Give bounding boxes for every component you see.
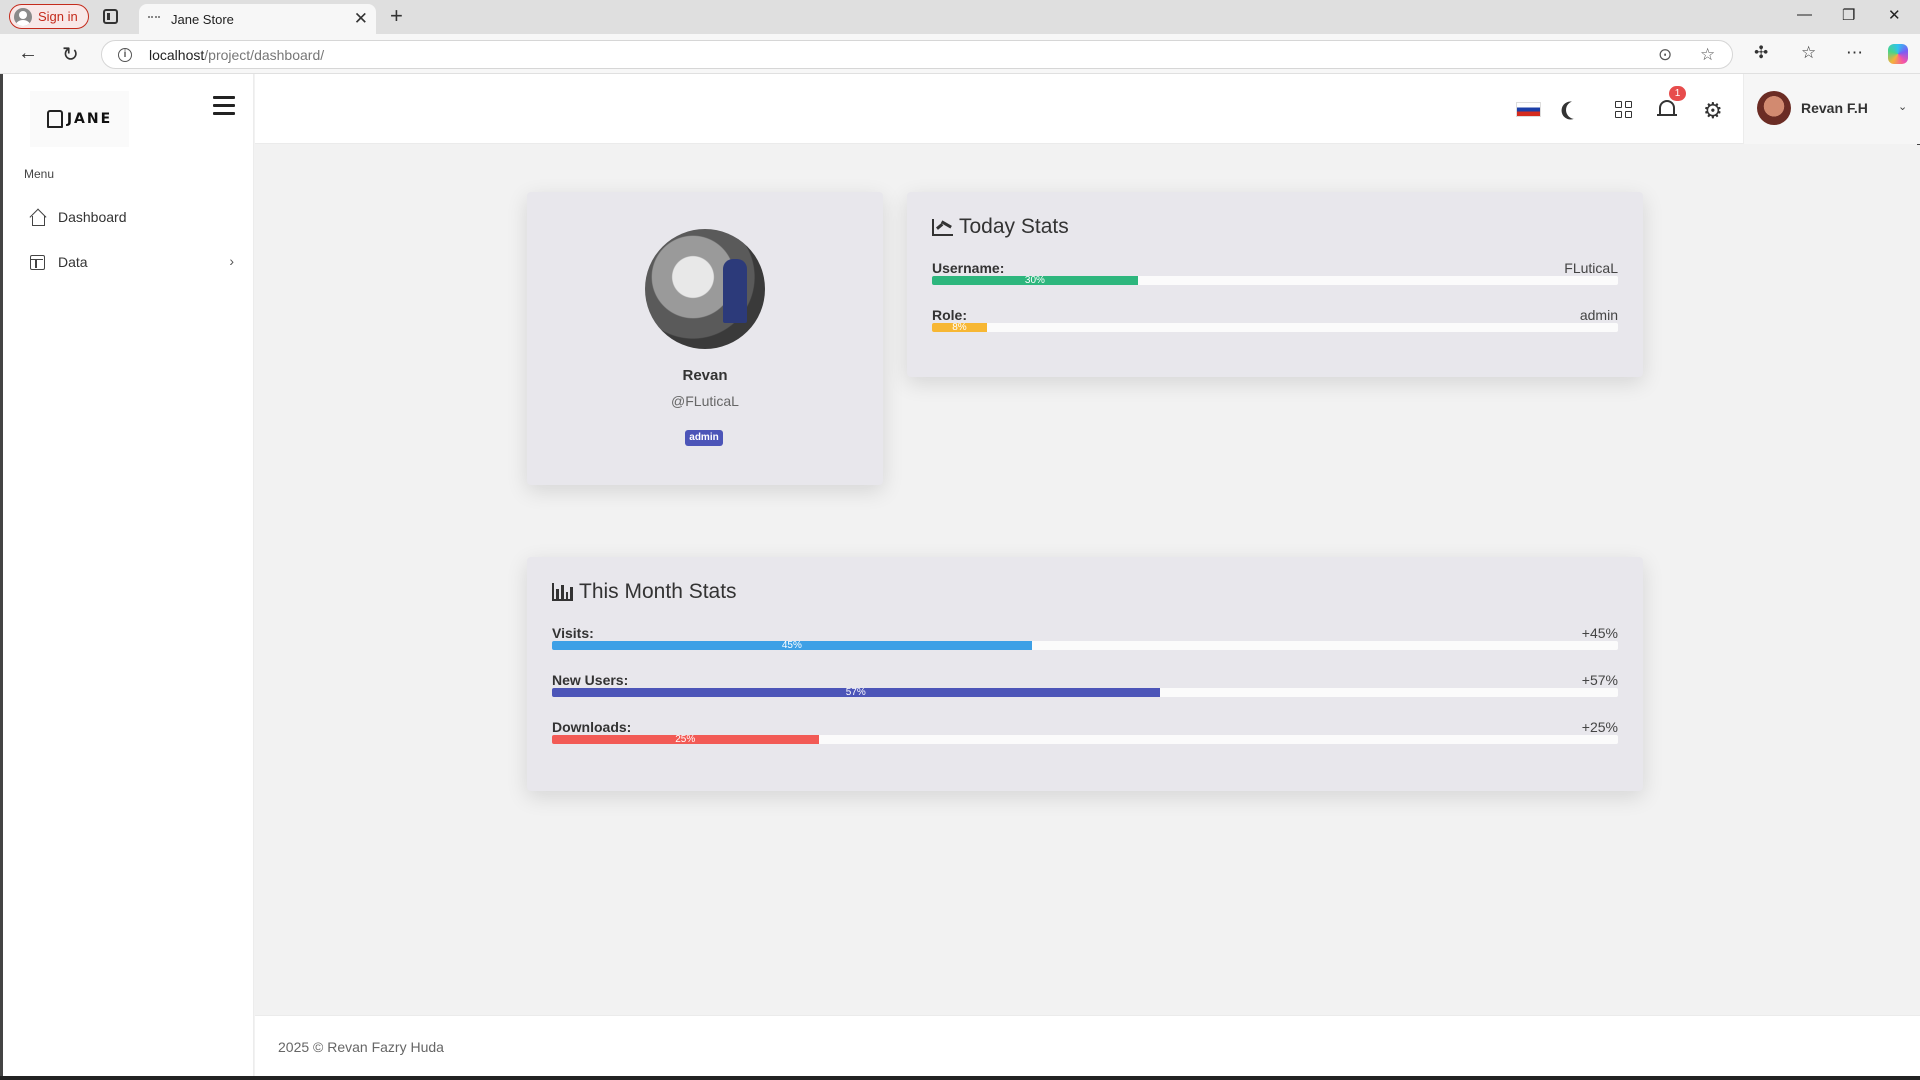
- progress-bar: 30%: [932, 276, 1618, 285]
- address-toolbar: ← ↻ i localhost/project/dashboard/ ⊙ ☆ ✣…: [0, 34, 1920, 74]
- progress-fill: 8%: [932, 323, 987, 332]
- chevron-right-icon: ›: [229, 253, 234, 269]
- stat-value: admin: [1579, 307, 1618, 323]
- address-bar[interactable]: i localhost/project/dashboard/ ⊙ ☆: [101, 40, 1733, 69]
- logo-text: JANE: [66, 111, 113, 127]
- role-badge: admin: [685, 430, 723, 446]
- sidebar-item-label: Data: [58, 254, 88, 270]
- window-edge: [0, 1076, 1920, 1080]
- menu-title: Menu: [24, 167, 55, 181]
- site-info-icon[interactable]: i: [118, 48, 132, 62]
- sidebar-item-dashboard[interactable]: Dashboard: [30, 206, 240, 228]
- avatar: [1757, 91, 1791, 125]
- tab-actions-icon[interactable]: [103, 9, 118, 24]
- footer-text: 2025 © Revan Fazry Huda: [278, 1039, 444, 1055]
- browser-tab-bar: Sign in Jane Store ✕ + — ❐ ✕: [0, 0, 1920, 34]
- stat-value: FLuticaL: [1564, 260, 1618, 276]
- today-stats-title: Today Stats: [959, 215, 1069, 238]
- card-title: This Month Stats: [552, 580, 737, 604]
- favorite-star-icon[interactable]: ☆: [1700, 45, 1715, 65]
- main-content: Revan @FLuticaL admin Today Stats Userna…: [255, 145, 1920, 1015]
- progress-bar: 45%: [552, 641, 1618, 650]
- user-name: Revan F.H: [1801, 100, 1868, 116]
- dark-mode-icon[interactable]: [1563, 98, 1586, 121]
- home-icon: [30, 210, 45, 226]
- progress-fill: 45%: [552, 641, 1032, 650]
- progress-bar: 57%: [552, 688, 1618, 697]
- stat-value: +25%: [1581, 719, 1618, 735]
- notification-bell-icon[interactable]: [1657, 100, 1677, 116]
- back-icon[interactable]: ←: [18, 42, 38, 65]
- today-stats-card: Today Stats Username: FLuticaL 30% Role:…: [907, 192, 1643, 377]
- table-icon: [30, 254, 45, 270]
- profile-icon: [14, 7, 32, 26]
- extensions-icon[interactable]: ✣: [1754, 43, 1768, 63]
- minimize-icon[interactable]: —: [1797, 6, 1812, 23]
- footer: 2025 © Revan Fazry Huda: [255, 1015, 1920, 1076]
- progress-fill: 25%: [552, 735, 819, 744]
- month-stats-card: This Month Stats Visits: +45% 45% New Us…: [527, 557, 1643, 791]
- profile-avatar: [645, 229, 765, 349]
- stat-value: +57%: [1581, 672, 1618, 688]
- close-tab-icon[interactable]: ✕: [354, 9, 368, 29]
- reader-mode-icon[interactable]: ⊙: [1658, 45, 1672, 65]
- settings-gear-icon[interactable]: ⚙: [1703, 98, 1723, 124]
- progress-fill: 30%: [932, 276, 1138, 285]
- restore-icon[interactable]: ❐: [1842, 6, 1855, 24]
- profile-name: Revan: [682, 367, 728, 384]
- stat-label: Role:: [932, 307, 967, 323]
- sign-in-button[interactable]: Sign in: [9, 4, 89, 29]
- notification-badge: 1: [1669, 86, 1686, 101]
- bar-chart-icon: [552, 583, 573, 601]
- progress-bar: 25%: [552, 735, 1618, 744]
- user-menu[interactable]: Revan F.H ⌄: [1743, 74, 1920, 144]
- favorites-icon[interactable]: ☆: [1801, 43, 1816, 63]
- sign-in-label: Sign in: [38, 9, 78, 24]
- stat-label: Visits:: [552, 625, 594, 641]
- apps-grid-icon[interactable]: [1615, 101, 1632, 118]
- sidebar-item-label: Dashboard: [58, 209, 127, 225]
- progress-fill: 57%: [552, 688, 1160, 697]
- card-title: Today Stats: [932, 215, 1069, 239]
- stat-label: New Users:: [552, 672, 629, 688]
- sidebar: JANE Menu Dashboard Data ›: [3, 74, 254, 1076]
- profile-card: Revan @FLuticaL admin: [527, 192, 883, 485]
- top-navbar: 1 ⚙ Revan F.H ⌄: [255, 74, 1920, 144]
- stat-value: +45%: [1581, 625, 1618, 641]
- chevron-down-icon: ⌄: [1898, 101, 1908, 113]
- favicon-icon: [148, 16, 160, 20]
- tab-title: Jane Store: [171, 12, 234, 27]
- line-chart-icon: [932, 218, 953, 236]
- copilot-icon[interactable]: [1888, 44, 1908, 64]
- language-flag-icon[interactable]: [1516, 102, 1541, 117]
- stat-label: Username:: [932, 260, 1005, 276]
- profile-handle: @FLuticaL: [671, 393, 739, 409]
- hamburger-menu-icon[interactable]: [213, 96, 235, 120]
- sidebar-item-data[interactable]: Data ›: [30, 251, 240, 273]
- stat-label: Downloads:: [552, 719, 632, 735]
- new-tab-icon[interactable]: +: [390, 3, 403, 29]
- more-options-icon[interactable]: ⋯: [1846, 43, 1863, 63]
- progress-bar: 8%: [932, 323, 1618, 332]
- logo-mark-icon: [46, 110, 63, 128]
- month-stats-title: This Month Stats: [579, 580, 737, 603]
- refresh-icon[interactable]: ↻: [62, 42, 79, 67]
- url-text[interactable]: localhost/project/dashboard/: [149, 47, 324, 63]
- close-window-icon[interactable]: ✕: [1888, 6, 1901, 24]
- logo[interactable]: JANE: [30, 91, 129, 147]
- browser-tab[interactable]: Jane Store ✕: [139, 4, 376, 34]
